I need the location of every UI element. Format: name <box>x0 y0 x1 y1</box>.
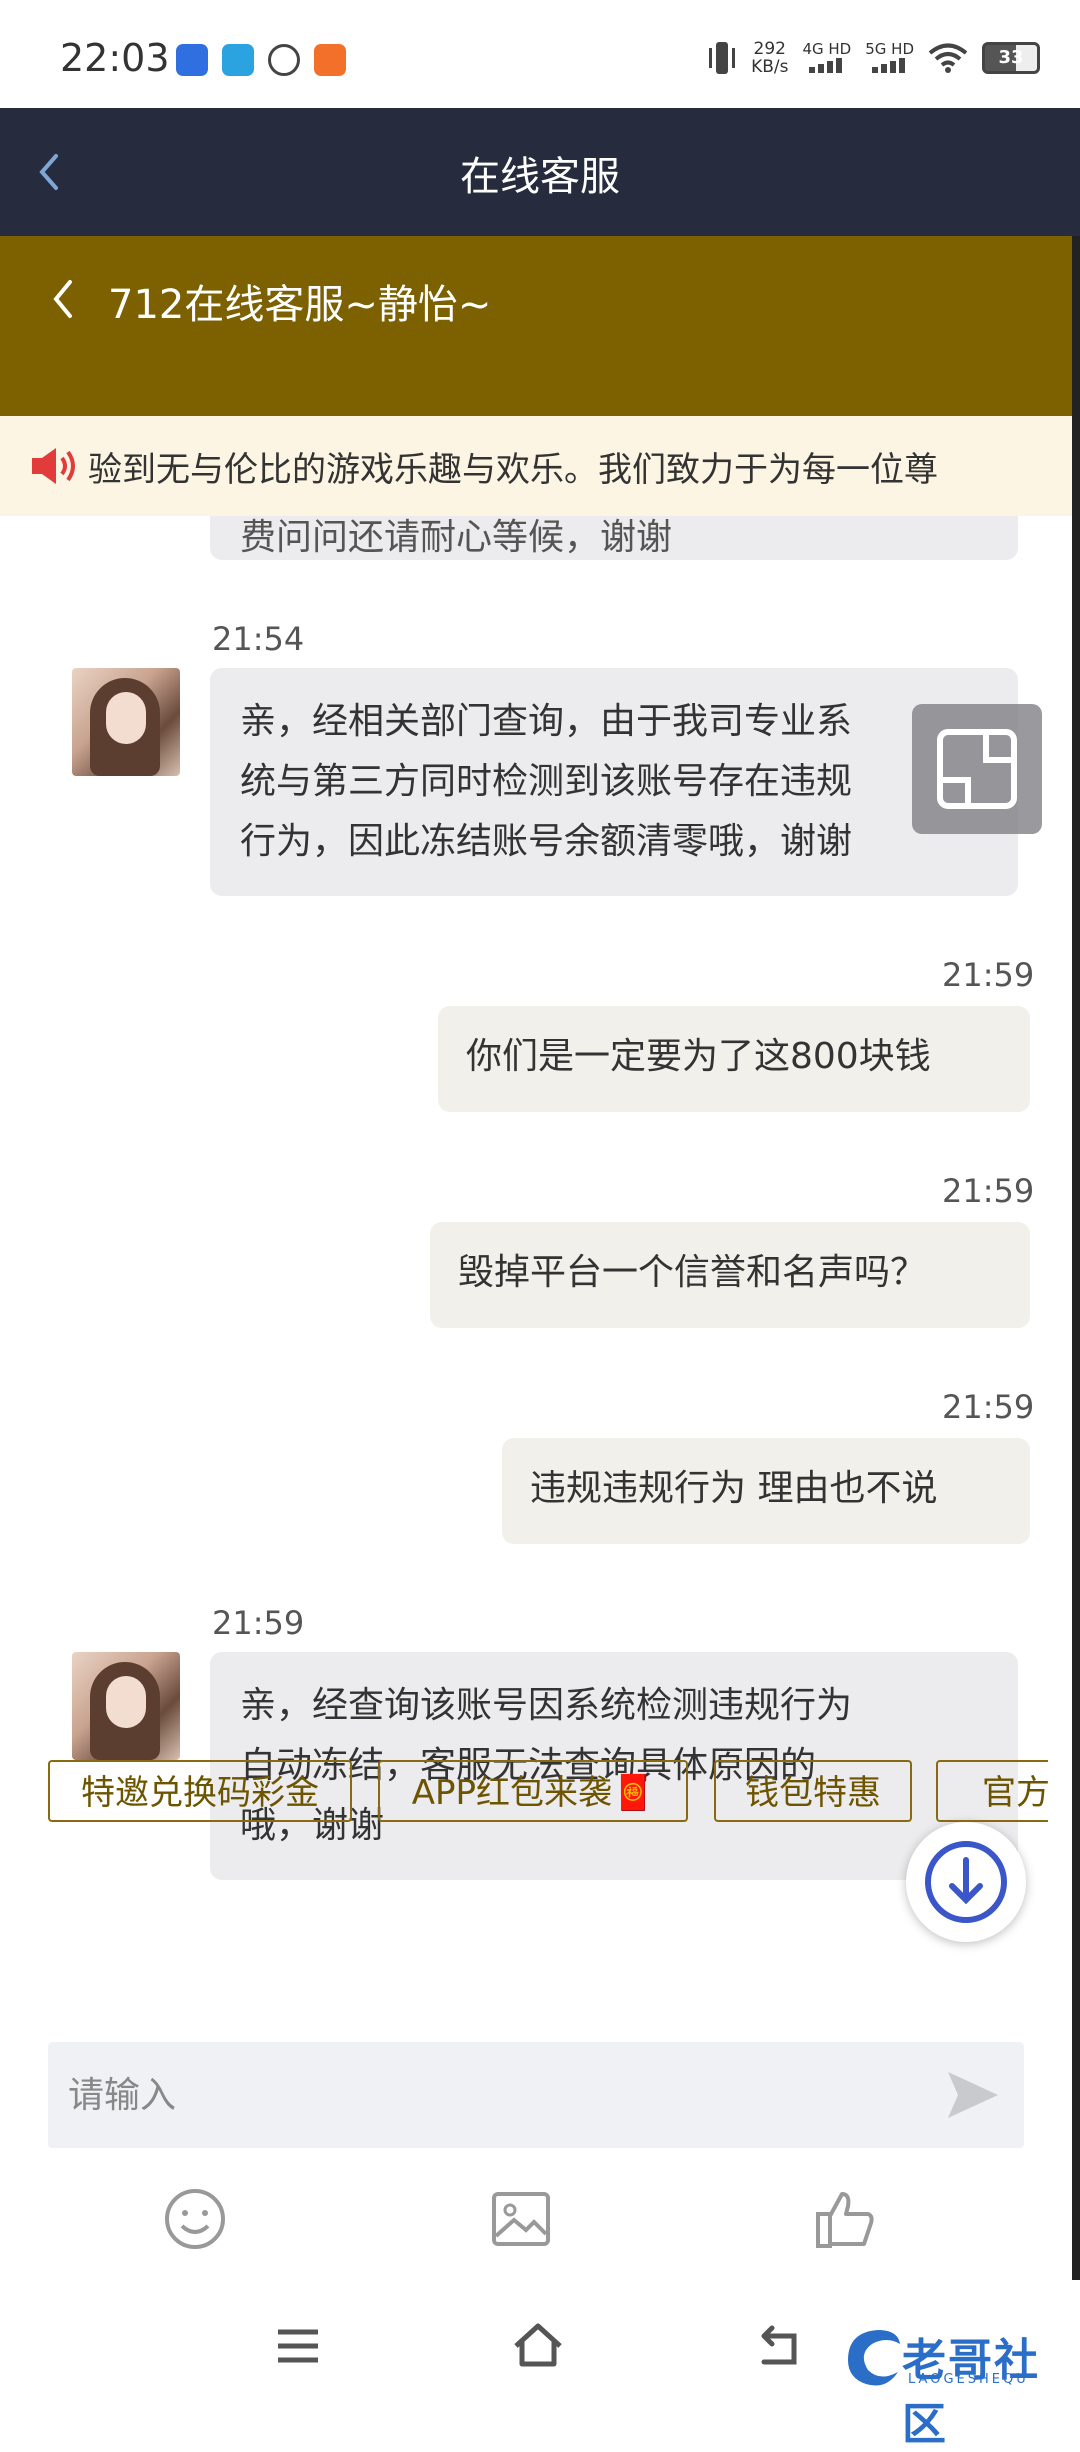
page-title: 在线客服 <box>460 154 620 200</box>
agent-name: 712在线客服~静怡~ <box>108 282 492 328</box>
link-notification-icon <box>268 44 300 76</box>
quick-reply-button[interactable]: 钱包特惠 <box>714 1760 912 1822</box>
message-bubble-user: 你们是一定要为了这800块钱 <box>438 1006 1030 1112</box>
signal-4g: 4G HD <box>802 41 851 76</box>
speed-unit: KB/s <box>751 57 789 77</box>
signal-4g-label: 4G HD <box>802 39 852 58</box>
signal-bars-icon <box>871 57 905 73</box>
message-text: 毁掉平台一个信誉和名声吗？ <box>458 1252 927 1293</box>
message-timestamp: 21:59 <box>212 1604 305 1642</box>
message-text: 费问问还请耐心等候，谢谢 <box>240 517 673 558</box>
announcement-marquee: 验到无与伦比的游戏乐趣与欢乐。我们致力于为每一位尊 <box>0 416 1072 516</box>
chat-header: 712在线客服~静怡~ <box>0 236 1072 416</box>
message-line: 统与第三方同时检测到该账号存在违规 <box>240 761 853 802</box>
image-icon[interactable] <box>488 2186 554 2252</box>
message-text: 你们是一定要为了这800块钱 <box>466 1036 931 1077</box>
message-timestamp: 21:59 <box>942 1172 1035 1210</box>
speaker-icon <box>32 448 75 484</box>
speed-value: 292 <box>753 39 786 59</box>
thumbs-up-icon[interactable] <box>812 2186 878 2252</box>
watermark-logo: 老哥社区 LAOGESHEQU <box>838 2320 1064 2450</box>
message-timestamp: 21:59 <box>942 1388 1035 1426</box>
network-speed: 292 KB/s <box>751 40 788 76</box>
download-float-button[interactable] <box>906 1822 1026 1942</box>
watermark-text: 老哥社区 <box>902 2335 1040 2450</box>
quick-reply-row: 特邀兑换码彩金 APP红包来袭🧧 钱包特惠 官方 <box>48 1760 1048 1826</box>
message-bubble-agent: 亲，经相关部门查询，由于我司专业系 统与第三方同时检测到该账号存在违规 行为，因… <box>210 668 1018 896</box>
message-text: 违规违规行为 理由也不说 <box>530 1468 938 1509</box>
message-line: 亲，经相关部门查询，由于我司专业系 <box>240 701 853 742</box>
quick-reply-button[interactable]: 特邀兑换码彩金 <box>48 1760 352 1822</box>
back-icon[interactable] <box>752 2318 808 2374</box>
app-notification-icon <box>176 44 208 76</box>
message-bubble-user: 毁掉平台一个信誉和名声吗？ <box>430 1222 1030 1328</box>
home-icon[interactable] <box>510 2318 566 2374</box>
taobao-notification-icon <box>314 44 346 76</box>
message-bubble-user: 违规违规行为 理由也不说 <box>502 1438 1030 1544</box>
signal-5g-label: 5G HD <box>865 39 914 58</box>
message-line: 行为，因此冻结账号余额清零哦，谢谢 <box>240 821 853 862</box>
agent-avatar <box>72 1652 180 1760</box>
notification-icons <box>176 44 346 76</box>
float-window-button[interactable] <box>912 704 1042 834</box>
app-bar: 在线客服 <box>0 108 1080 236</box>
status-time: 22:03 <box>60 36 170 80</box>
marquee-text: 验到无与伦比的游戏乐趣与欢乐。我们致力于为每一位尊 <box>88 450 938 490</box>
dragon-logo-icon <box>848 2330 900 2386</box>
signal-bars-icon <box>808 57 842 73</box>
menu-icon[interactable] <box>270 2318 326 2374</box>
message-timestamp: 21:54 <box>212 620 305 658</box>
message-line: 亲，经查询该账号因系统检测违规行为 <box>240 1685 853 1726</box>
vibrate-icon <box>709 42 736 74</box>
status-bar: 22:03 292 KB/s 4G HD 5G HD 33 <box>0 0 1080 108</box>
message-input[interactable] <box>66 2064 910 2126</box>
download-icon <box>925 1841 1007 1923</box>
signal-5g: 5G HD <box>865 41 914 76</box>
battery-level: 33 <box>998 47 1024 68</box>
screen-edge <box>1072 236 1080 2280</box>
quick-reply-button[interactable]: APP红包来袭🧧 <box>378 1760 688 1822</box>
chat-webview: 费问问还请耐心等候，谢谢 21:54 亲，经相关部门查询，由于我司专业系 统与第… <box>0 236 1072 2280</box>
emoji-icon[interactable] <box>162 2186 228 2252</box>
send-icon[interactable] <box>944 2068 1002 2122</box>
watermark-subtext: LAOGESHEQU <box>908 2372 1029 2387</box>
battery-icon: 33 <box>982 42 1040 74</box>
agent-avatar <box>72 668 180 776</box>
back-arrow-icon[interactable] <box>48 274 78 324</box>
resize-icon <box>937 729 1017 809</box>
quick-reply-button[interactable]: 官方 <box>936 1760 1048 1822</box>
message-input-box <box>48 2042 1024 2148</box>
app-notification-icon <box>222 44 254 76</box>
system-nav-bar: 老哥社区 LAOGESHEQU <box>0 2280 1080 2450</box>
message-timestamp: 21:59 <box>942 956 1035 994</box>
wifi-icon <box>928 43 968 73</box>
chat-toolbar <box>0 2164 1072 2274</box>
